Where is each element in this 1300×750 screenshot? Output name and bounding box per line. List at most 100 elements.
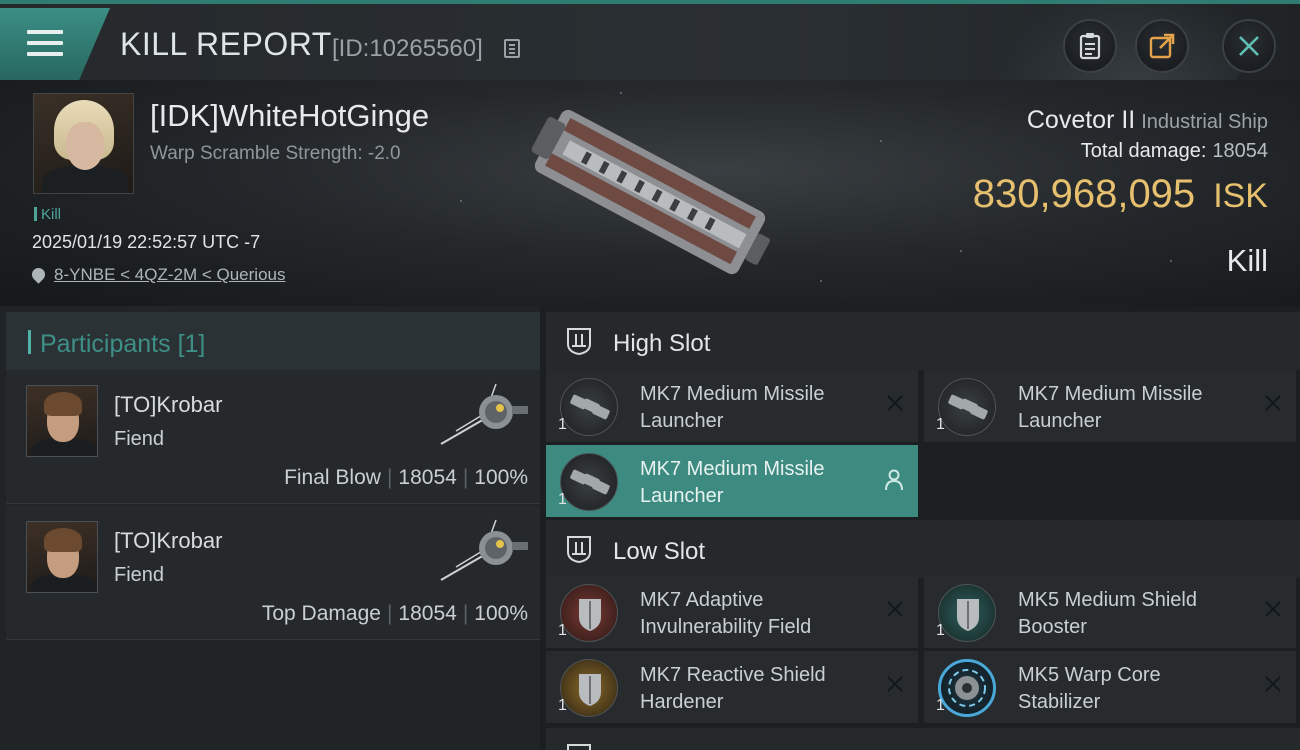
participant-stats: Final Blow | 18054 | 100% — [284, 466, 528, 489]
participant-role: Top Damage — [261, 602, 381, 625]
destroyed-x-icon — [886, 675, 904, 693]
module-name: MK7 Reactive Shield Hardener — [640, 664, 826, 713]
module-item[interactable]: 1 MK5 Medium Shield Booster — [924, 576, 1296, 648]
module-qty: 1 — [936, 622, 945, 639]
ship-class: Industrial Ship — [1141, 111, 1268, 133]
participant-stats: Top Damage | 18054 | 100% — [261, 602, 528, 625]
share-icon — [1149, 33, 1175, 59]
participant-damage: 18054 — [398, 602, 457, 625]
participants-label: Participants — [40, 330, 171, 358]
slot-icon — [567, 744, 591, 750]
module-name: MK5 Warp Core Stabilizer — [1018, 664, 1161, 713]
victim-panel: [IDK]WhiteHotGinge Warp Scramble Strengt… — [0, 80, 1300, 306]
module-name: MK7 Medium Missile Launcher — [1018, 383, 1203, 432]
participant-ship: Fiend — [114, 564, 165, 586]
invulnerability-field-icon — [560, 584, 618, 642]
missile-launcher-icon — [560, 453, 618, 511]
module-item[interactable]: 1 MK7 Medium Missile Launcher — [924, 370, 1296, 442]
kill-result: Kill — [1226, 243, 1268, 278]
participants-title: Participants [1] — [40, 330, 205, 359]
high-slot-label: High Slot — [613, 330, 711, 357]
ship-name[interactable]: Covetor II — [1027, 106, 1135, 134]
participant-avatar[interactable] — [26, 521, 98, 593]
missile-launcher-icon — [938, 378, 996, 436]
destroyed-x-icon — [886, 600, 904, 618]
next-slot-header — [546, 728, 1300, 750]
module-item[interactable]: 1 MK7 Adaptive Invulnerability Field — [546, 576, 918, 648]
shield-booster-icon — [938, 584, 996, 642]
menu-icon — [27, 30, 63, 58]
high-slot-icon — [567, 328, 591, 356]
module-qty: 1 — [558, 622, 567, 639]
participants-count: [1] — [177, 330, 206, 358]
participant-card[interactable]: [TO]Krobar Fiend Top Damage | 18054 | 100% — [6, 506, 540, 640]
close-button[interactable] — [1222, 19, 1276, 73]
module-name: MK7 Medium Missile Launcher — [640, 383, 825, 432]
high-slot-header: High Slot — [546, 312, 1300, 370]
victim-name[interactable]: [IDK]WhiteHotGinge — [150, 98, 429, 134]
module-item[interactable]: 1 MK7 Medium Missile Launcher — [546, 445, 918, 517]
clipboard-button[interactable] — [1063, 19, 1117, 73]
warp-scramble-strength: Warp Scramble Strength: -2.0 — [150, 143, 401, 164]
participant-percent: 100% — [474, 466, 528, 489]
participant-role: Final Blow — [284, 466, 381, 489]
destroyed-x-icon — [886, 394, 904, 412]
report-id: [ID:10265560] — [332, 35, 483, 62]
total-damage-label: Total damage: — [1080, 140, 1207, 162]
kill-tag: Kill — [34, 206, 61, 223]
isk-value: 830,968,095 — [972, 172, 1196, 216]
victim-avatar[interactable] — [33, 93, 134, 194]
participant-card[interactable]: [TO]Krobar Fiend Final Blow | 18054 | 100% — [6, 370, 540, 504]
isk-unit: ISK — [1213, 177, 1268, 215]
low-slot-icon — [567, 536, 591, 564]
missile-launcher-icon — [560, 378, 618, 436]
participant-ship-icon — [440, 519, 528, 581]
participant-damage: 18054 — [398, 466, 457, 489]
destroyed-x-icon — [1264, 394, 1282, 412]
page-title: KILL REPORT — [120, 26, 332, 62]
module-item[interactable]: 1 MK7 Medium Missile Launcher — [546, 370, 918, 442]
shield-hardener-icon — [560, 659, 618, 717]
copy-icon[interactable] — [504, 39, 520, 58]
destroyed-x-icon — [1264, 675, 1282, 693]
share-button[interactable] — [1135, 19, 1189, 73]
low-slot-header: Low Slot — [546, 520, 1300, 578]
module-name: MK5 Medium Shield Booster — [1018, 589, 1197, 638]
close-icon — [1239, 36, 1259, 56]
module-name: MK7 Adaptive Invulnerability Field — [640, 589, 812, 638]
ship-name-line: Covetor II Industrial Ship — [1027, 106, 1268, 135]
location-pin-icon — [29, 265, 48, 284]
low-slot-label: Low Slot — [613, 538, 706, 565]
destroyed-x-icon — [1264, 600, 1282, 618]
module-qty: 1 — [558, 416, 567, 433]
total-damage-line: Total damage: 18054 — [1081, 140, 1268, 163]
participant-ship: Fiend — [114, 428, 165, 450]
participants-panel: Participants [1] [TO]Krobar Fiend Final … — [0, 306, 540, 750]
participant-name: [TO]Krobar — [114, 528, 223, 553]
module-qty: 1 — [558, 491, 567, 508]
module-qty: 1 — [936, 416, 945, 433]
dropped-person-icon — [885, 469, 903, 491]
participant-name: [TO]Krobar — [114, 392, 223, 417]
location-link[interactable]: 8-YNBE < 4QZ-2M < Querious — [29, 265, 286, 285]
module-item[interactable]: 1 MK5 Warp Core Stabilizer — [924, 651, 1296, 723]
participants-header[interactable]: Participants [1] — [6, 312, 540, 370]
module-qty: 1 — [936, 697, 945, 714]
participant-avatar[interactable] — [26, 385, 98, 457]
total-damage-value: 18054 — [1212, 140, 1268, 162]
module-qty: 1 — [558, 697, 567, 714]
participant-ship-icon — [440, 383, 528, 445]
kill-timestamp: 2025/01/19 22:52:57 UTC -7 — [32, 232, 261, 252]
menu-button[interactable] — [0, 8, 110, 80]
clipboard-icon — [1079, 33, 1101, 60]
module-item[interactable]: 1 MK7 Reactive Shield Hardener — [546, 651, 918, 723]
fitting-panel: High Slot 1 MK7 Medium Missile Launcher … — [540, 306, 1300, 750]
top-bar: KILL REPORT [ID:10265560] — [0, 0, 1300, 124]
warp-core-stabilizer-icon — [938, 659, 996, 717]
participant-percent: 100% — [474, 602, 528, 625]
isk-value-line: 830,968,095 ISK — [973, 172, 1268, 217]
ship-image — [531, 109, 770, 275]
location-text: 8-YNBE < 4QZ-2M < Querious — [54, 265, 286, 284]
module-name: MK7 Medium Missile Launcher — [640, 458, 825, 507]
header-accent — [28, 330, 31, 354]
